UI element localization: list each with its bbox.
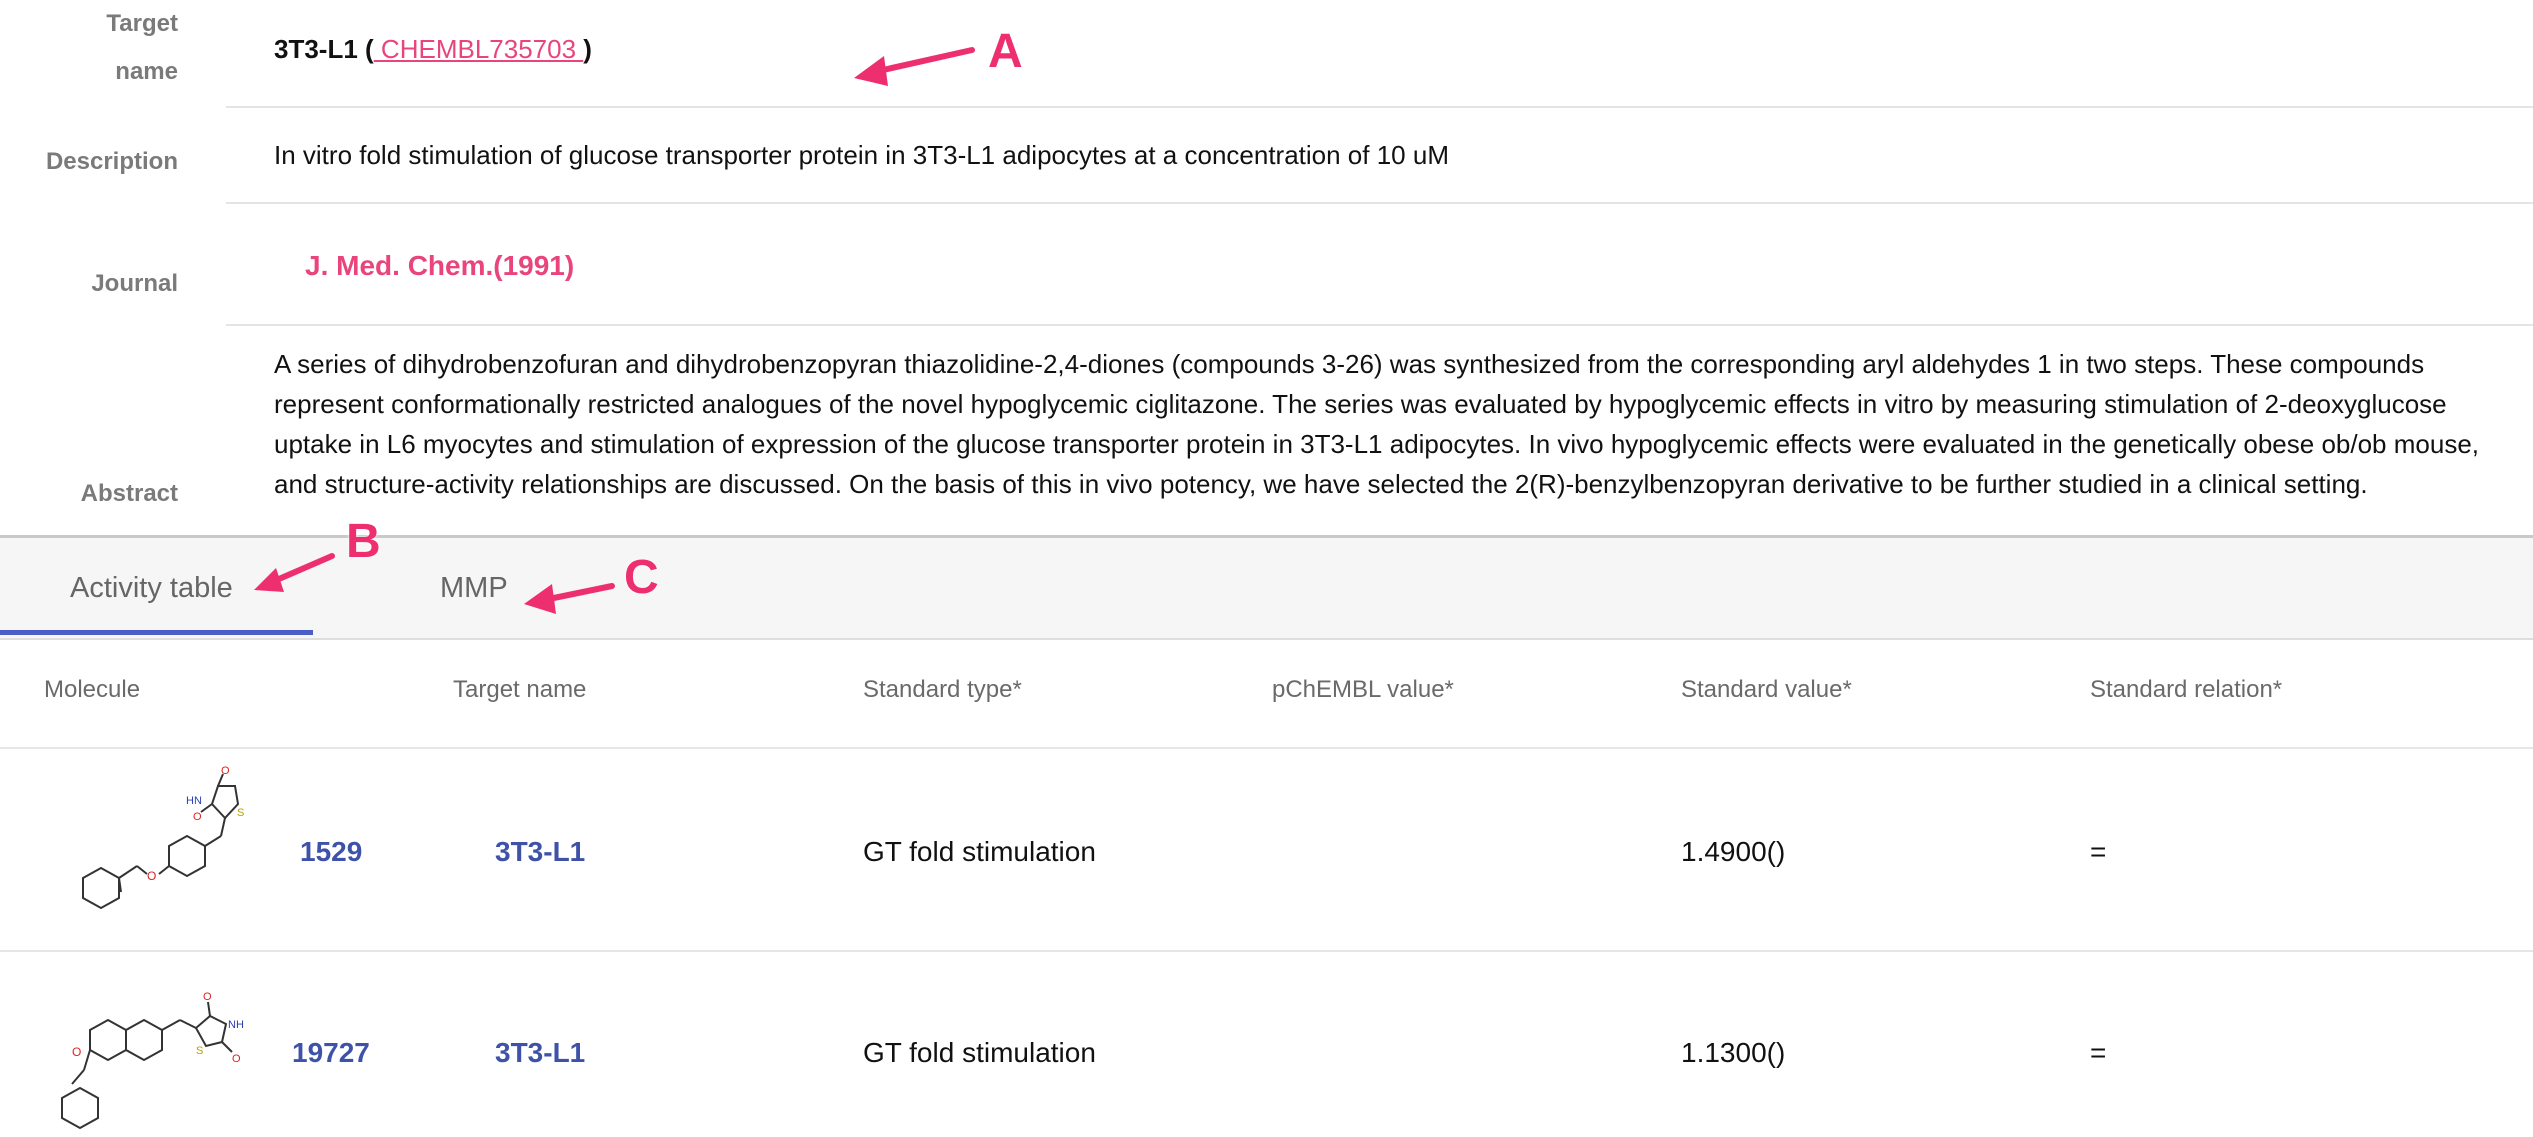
svg-text:S: S	[237, 807, 244, 819]
svg-text:O: O	[193, 811, 202, 823]
svg-text:O: O	[72, 1045, 81, 1059]
target-link[interactable]: 3T3-L1	[495, 1037, 585, 1069]
tab-activity-table[interactable]: Activity table	[70, 538, 233, 638]
svg-text:HN: HN	[186, 795, 202, 807]
abstract-label: Abstract	[80, 480, 178, 507]
journal-label: Journal	[91, 270, 178, 297]
column-header-standard-type[interactable]: Standard type*	[863, 676, 1022, 704]
divider	[0, 950, 2533, 952]
tab-mmp[interactable]: MMP	[440, 538, 508, 638]
chembl-target-link[interactable]: CHEMBL735703	[374, 34, 584, 64]
standard-value-cell: 1.4900()	[1681, 836, 1786, 867]
column-header-standard-relation[interactable]: Standard relation*	[2090, 676, 2282, 704]
column-header-molecule[interactable]: Molecule	[44, 676, 140, 704]
target-close-paren: )	[583, 34, 592, 64]
divider	[226, 106, 2533, 108]
abstract-text: A series of dihydrobenzofuran and dihydr…	[274, 349, 2479, 499]
svg-text:S: S	[196, 1045, 203, 1057]
divider	[226, 324, 2533, 326]
standard-relation-cell: =	[2090, 1037, 2107, 1068]
molecule-structure-image[interactable]: O HN O O S	[55, 765, 245, 920]
target-name-label: Target name	[106, 10, 178, 85]
divider	[0, 747, 2533, 749]
molecule-link[interactable]: 19727	[292, 1037, 370, 1069]
annotation-arrow-a	[854, 47, 975, 86]
svg-text:O: O	[221, 765, 230, 777]
standard-type-cell: GT fold stimulation	[863, 836, 1096, 867]
annotation-label-b: B	[346, 515, 381, 568]
svg-text:NH: NH	[228, 1019, 244, 1031]
target-name-text: 3T3-L1	[274, 34, 358, 64]
column-header-target-name[interactable]: Target name	[453, 676, 586, 704]
column-header-pchembl-value[interactable]: pChEMBL value*	[1272, 676, 1454, 704]
annotation-label-c: C	[624, 551, 659, 604]
target-name-value: 3T3-L1 ( CHEMBL735703 )	[274, 34, 592, 65]
target-open-paren: (	[357, 34, 374, 64]
divider	[226, 202, 2533, 204]
molecule-link[interactable]: 1529	[300, 836, 362, 868]
standard-value-cell: 1.1300()	[1681, 1037, 1786, 1068]
standard-relation-cell: =	[2090, 836, 2107, 867]
description-value: In vitro fold stimulation of glucose tra…	[274, 140, 1449, 170]
active-tab-indicator	[0, 630, 313, 635]
description-label: Description	[45, 148, 178, 175]
svg-text:O: O	[203, 991, 212, 1003]
annotation-arrow-c	[524, 583, 615, 614]
annotation-arrow-b	[254, 553, 335, 592]
journal-link[interactable]: J. Med. Chem.(1991)	[305, 250, 574, 282]
standard-type-cell: GT fold stimulation	[863, 1037, 1096, 1068]
molecule-structure-image[interactable]: O O NH S O	[50, 966, 250, 1131]
annotation-label-a: A	[988, 25, 1023, 78]
svg-text:O: O	[147, 869, 156, 883]
svg-text:O: O	[232, 1053, 241, 1065]
target-link[interactable]: 3T3-L1	[495, 836, 585, 868]
column-header-standard-value[interactable]: Standard value*	[1681, 676, 1852, 704]
